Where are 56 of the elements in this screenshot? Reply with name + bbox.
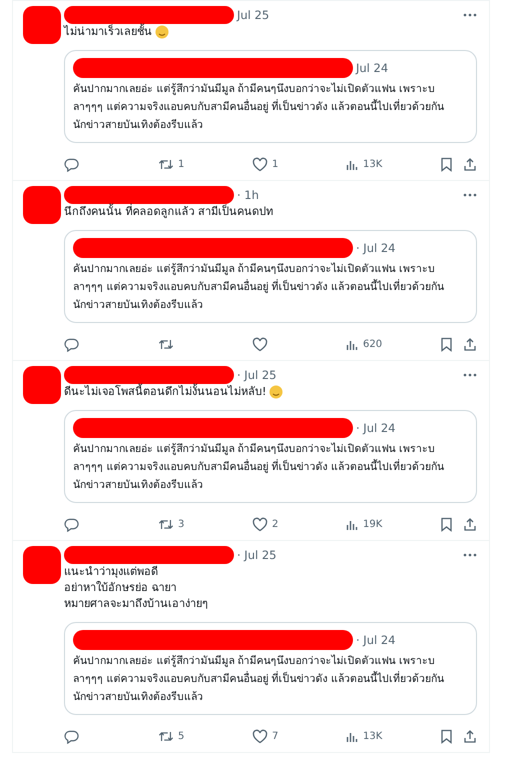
post-text: หมายศาลจะมาถึงบ้านเอาง่ายๆ [64,596,208,612]
reply-icon[interactable] [64,336,79,352]
post-time: · Jul 24 [356,421,396,435]
repost-button[interactable]: 1 [158,156,252,172]
redaction-mark [23,366,61,404]
share-button[interactable] [463,336,477,352]
share-button[interactable] [463,156,477,172]
more-icon[interactable] [463,193,477,197]
more-icon[interactable] [463,553,477,557]
bookmark-button[interactable] [440,156,453,172]
quoted-post[interactable]: · Jul 24 คันปากมากเลยอ่ะ แต่รู้สึกว่ามันมีมูล ถ้ามีคนๆนึงบอกว่าจะไม่เปิดตัวแฟน เพราะบลาๆๆๆ แต่ความจริงแอบคบกับสามีคนอื่นอยู่ ที่เป็นข่าวดัง แล้วตอนนี้ไปเที่ยวด้วยกัน นักข่าวสายบันเทิงต้องรีบแล้ว [64,230,477,323]
views-button[interactable]: 19K [346,518,440,530]
views-button[interactable]: 13K [346,730,440,742]
post-time[interactable]: Jul 25 [237,8,270,22]
bookmark-button[interactable] [440,728,453,744]
post-time[interactable]: · Jul 25 [237,548,276,562]
quoted-text: คันปากมากเลยอ่ะ แต่รู้สึกว่ามันมีมูล ถ้ามีคนๆนึงบอกว่าจะไม่เปิดตัวแฟน เพราะบลาๆๆๆ แต่ความจริงแอบคบกับสามีคนอื่นอยู่ ที่เป็นข่าวดัง แล้วตอนนี้ไปเที่ยวด้วยกัน นักข่าวสายบันเทิงต้องรีบแล้ว [73,442,446,493]
quoted-text: คันปากมากเลยอ่ะ แต่รู้สึกว่ามันมีมูล ถ้ามีคนๆนึงบอกว่าจะไม่เปิดตัวแฟน เพราะบลาๆๆๆ แต่ความจริงแอบคบกับสามีคนอื่นอยู่ ที่เป็นข่าวดัง แล้วตอนนี้ไปเที่ยวด้วยกัน นักข่าวสายบันเทิงต้องรีบแล้ว [73,82,446,133]
post-time: · Jul 24 [356,633,396,647]
share-button[interactable] [463,728,477,744]
redaction-mark [23,6,61,44]
more-icon[interactable] [463,373,477,377]
post-time[interactable]: · Jul 25 [237,368,276,382]
post-time: Jul 24 [356,61,388,75]
more-icon[interactable] [463,13,477,17]
like-button[interactable]: 2 [252,516,346,532]
reply-icon[interactable] [64,156,79,172]
heart-icon[interactable] [252,156,268,172]
reply-icon[interactable] [64,728,79,744]
quoted-text: คันปากมากเลยอ่ะ แต่รู้สึกว่ามันมีมูล ถ้ามีคนๆนึงบอกว่าจะไม่เปิดตัวแฟน เพราะบลาๆๆๆ แต่ความจริงแอบคบกับสามีคนอื่นอยู่ ที่เป็นข่าวดัง แล้วตอนนี้ไปเที่ยวด้วยกัน นักข่าวสายบันเทิงต้องรีบแล้ว [73,262,446,313]
post-time: · Jul 24 [356,241,396,255]
reply-icon[interactable] [64,516,79,532]
like-button[interactable]: 7 [252,728,346,744]
post-text: ดีนะไม่เจอโพสนี้ตอนดึกไม่งั้นนอนไม่หลับ! [64,384,266,400]
like-button[interactable]: 1 [252,156,346,172]
heart-icon[interactable] [252,336,268,352]
views-button[interactable]: 13K [346,158,440,170]
quoted-post[interactable]: · Jul 24 คันปากมากเลยอ่ะ แต่รู้สึกว่ามันมีมูล ถ้ามีคนๆนึงบอกว่าจะไม่เปิดตัวแฟน เพราะบลาๆๆๆ แต่ความจริงแอบคบกับสามีคนอื่นอยู่ ที่เป็นข่าวดัง แล้วตอนนี้ไปเที่ยวด้วยกัน นักข่าวสายบันเทิงต้องรีบแล้ว [64,622,477,715]
repost-button[interactable]: 3 [158,516,252,532]
post-time[interactable]: · 1h [237,188,259,202]
redaction-mark [23,546,61,584]
quoted-post[interactable]: Jul 24 คันปากมากเลยอ่ะ แต่รู้สึกว่ามันมีมูล ถ้ามีคนๆนึงบอกว่าจะไม่เปิดตัวแฟน เพราะบลาๆๆๆ แต่ความจริงแอบคบกับสามีคนอื่นอยู่ ที่เป็นข่าวดัง แล้วตอนนี้ไปเที่ยวด้วยกัน นักข่าวสายบันเทิงต้องรีบแล้ว [64,50,477,143]
bookmark-button[interactable] [440,516,453,532]
heart-icon[interactable] [252,516,268,532]
repost-button[interactable]: 5 [158,728,252,744]
post-text: อย่าหาใบ้อักษรย่อ ฉายา [64,580,176,596]
post-text: นึกถึงคนนั้น ที่คลอดลูกแล้ว สามีเป็นคนดปท [64,204,273,220]
share-button[interactable] [463,516,477,532]
bookmark-button[interactable] [440,336,453,352]
redaction-mark [23,186,61,224]
views-button[interactable]: 620 [346,338,440,350]
post-text: ไม่น่ามาเร็วเลยชั้น [64,24,152,40]
post-text: แนะนำว่ามุงแต่พอดี [64,564,158,580]
quoted-text: คันปากมากเลยอ่ะ แต่รู้สึกว่ามันมีมูล ถ้ามีคนๆนึงบอกว่าจะไม่เปิดตัวแฟน เพราะบลาๆๆๆ แต่ความจริงแอบคบกับสามีคนอื่นอยู่ ที่เป็นข่าวดัง แล้วตอนนี้ไปเที่ยวด้วยกัน นักข่าวสายบันเทิงต้องรีบแล้ว [73,654,446,705]
heart-icon[interactable] [252,728,268,744]
quoted-post[interactable]: · Jul 24 คันปากมากเลยอ่ะ แต่รู้สึกว่ามันมีมูล ถ้ามีคนๆนึงบอกว่าจะไม่เปิดตัวแฟน เพราะบลาๆๆๆ แต่ความจริงแอบคบกับสามีคนอื่นอยู่ ที่เป็นข่าวดัง แล้วตอนนี้ไปเที่ยวด้วยกัน นักข่าวสายบันเทิงต้องรีบแล้ว [64,410,477,503]
